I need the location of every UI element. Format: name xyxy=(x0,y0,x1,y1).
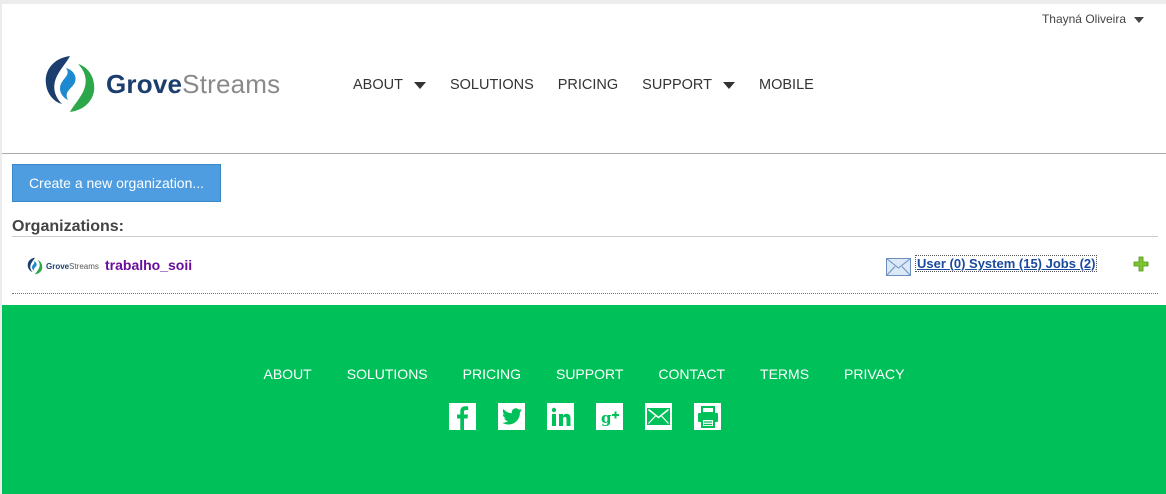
social-links: g xyxy=(449,403,743,430)
nav-item-mobile[interactable]: MOBILE xyxy=(759,77,814,93)
organizations-heading: Organizations: xyxy=(12,218,125,235)
main-nav: ABOUT SOLUTIONS PRICING SUPPORT MOBILE xyxy=(353,77,838,93)
facebook-icon[interactable] xyxy=(449,403,476,430)
nav-item-solutions[interactable]: SOLUTIONS xyxy=(450,77,534,93)
chevron-down-icon xyxy=(413,81,426,89)
user-name: Thayná Oliveira xyxy=(1041,12,1126,26)
footer-link-contact[interactable]: CONTACT xyxy=(658,366,725,382)
email-icon[interactable] xyxy=(645,403,672,430)
footer-link-privacy[interactable]: PRIVACY xyxy=(844,366,904,382)
nav-item-label: SOLUTIONS xyxy=(449,77,534,93)
twitter-icon[interactable] xyxy=(498,403,525,430)
add-icon[interactable] xyxy=(1133,256,1149,277)
org-logo-text-grove: Grove xyxy=(46,261,70,271)
grovestreams-swirl-icon xyxy=(27,257,43,275)
grovestreams-logo[interactable]: GroveStreams xyxy=(40,54,280,114)
print-icon[interactable] xyxy=(694,403,721,430)
nav-item-pricing[interactable]: PRICING xyxy=(558,77,618,93)
footer-link-about[interactable]: ABOUT xyxy=(264,366,312,382)
org-logo-text-streams: Streams xyxy=(69,261,99,271)
logo-text-streams: Streams xyxy=(182,68,281,99)
footer-link-solutions[interactable]: SOLUTIONS xyxy=(347,366,428,382)
logo-wordmark: GroveStreams xyxy=(106,69,280,100)
google-plus-icon[interactable]: g xyxy=(596,403,623,430)
user-menu[interactable]: Thayná Oliveira xyxy=(1042,12,1144,26)
footer-link-pricing[interactable]: PRICING xyxy=(463,366,521,382)
footer: ABOUT SOLUTIONS PRICING SUPPORT CONTACT … xyxy=(2,305,1166,494)
org-counts-link[interactable]: User (0) System (15) Jobs (2) xyxy=(914,255,1098,272)
chevron-down-icon xyxy=(1134,17,1144,23)
svg-text:g: g xyxy=(601,409,612,427)
organization-name-link[interactable]: trabalho_soii xyxy=(105,257,192,273)
grovestreams-swirl-icon xyxy=(45,56,95,112)
page-frame: Thayná Oliveira GroveStreams ABOUT SOLUT… xyxy=(2,4,1166,494)
logo-text-grove: Grove xyxy=(106,68,183,99)
nav-item-label: MOBILE xyxy=(759,77,814,93)
linkedin-icon[interactable] xyxy=(547,403,574,430)
nav-item-about[interactable]: ABOUT xyxy=(353,77,426,93)
org-logo: GroveStreams xyxy=(26,257,99,275)
envelope-icon[interactable] xyxy=(886,258,911,281)
footer-link-support[interactable]: SUPPORT xyxy=(556,366,623,382)
footer-link-terms[interactable]: TERMS xyxy=(760,366,809,382)
create-organization-button[interactable]: Create a new organization... xyxy=(12,164,221,202)
organizations-divider xyxy=(12,236,1158,237)
nav-item-label: PRICING xyxy=(557,77,619,93)
chevron-down-icon xyxy=(723,81,736,89)
nav-item-label: ABOUT xyxy=(353,77,403,93)
footer-nav: ABOUT SOLUTIONS PRICING SUPPORT CONTACT … xyxy=(2,366,1166,382)
organization-row: GroveStreams trabalho_soii User (0) Syst… xyxy=(12,250,1158,294)
org-logo-wordmark: GroveStreams xyxy=(46,262,99,271)
header-divider xyxy=(2,153,1166,154)
nav-item-support[interactable]: SUPPORT xyxy=(642,77,736,93)
nav-item-label: SUPPORT xyxy=(642,77,713,93)
